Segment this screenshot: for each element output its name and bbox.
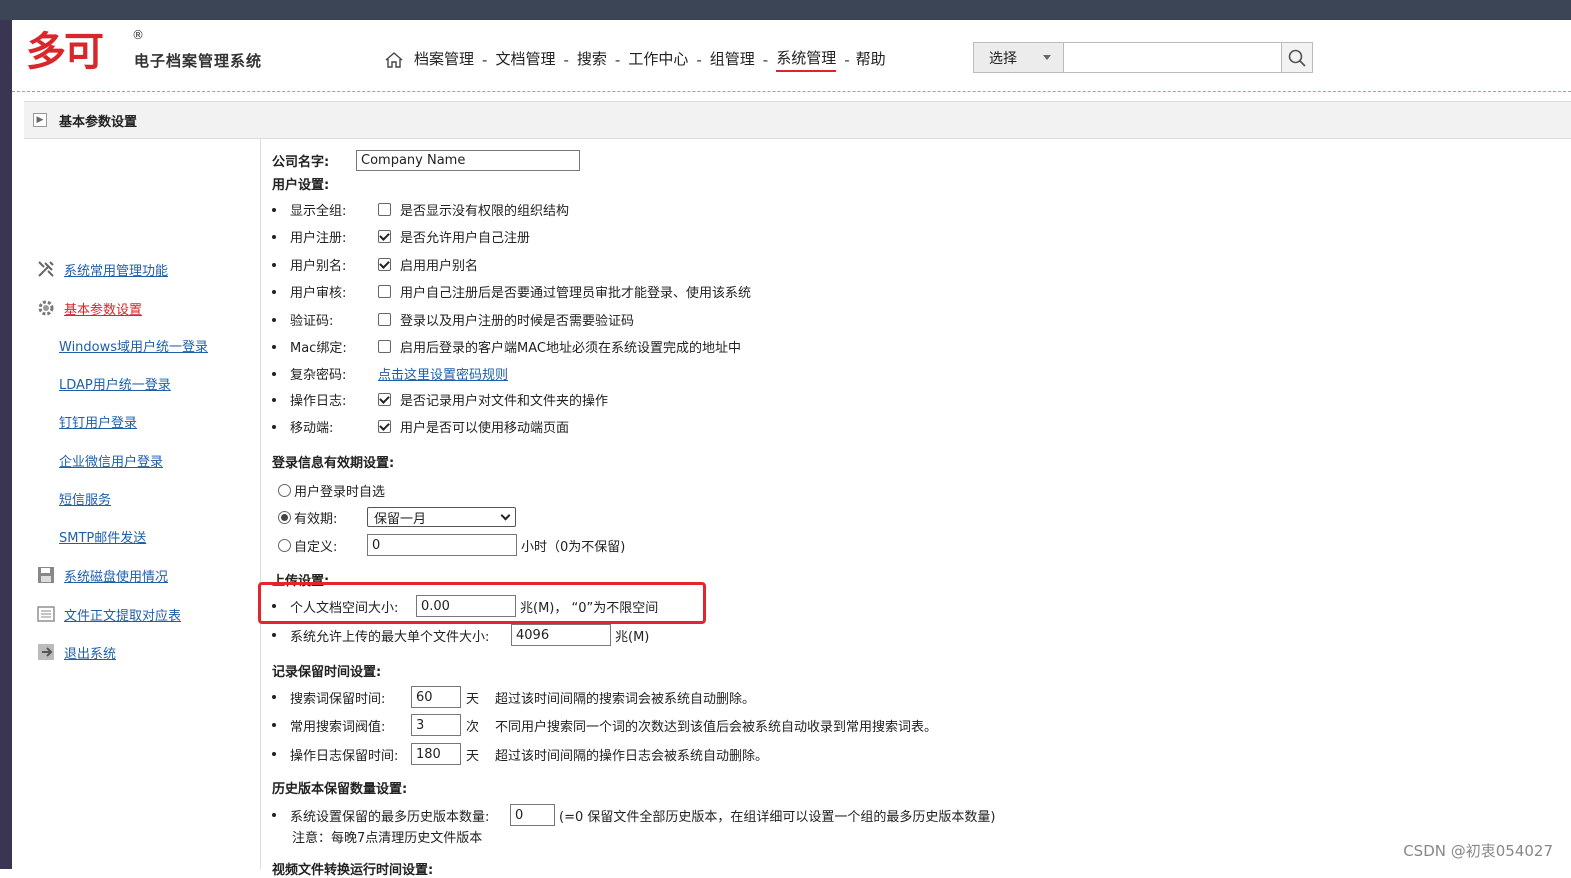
history-heading: 历史版本保留数量设置:	[272, 778, 407, 797]
nav-groups[interactable]: 组管理	[710, 48, 755, 71]
sidebar: 系统常用管理功能 基本参数设置 Windows域用户统一登录 LDAP用户统一登…	[24, 139, 261, 869]
sidebar-item-exit[interactable]: 退出系统	[36, 642, 116, 662]
registered-mark: ®	[132, 28, 144, 42]
list-item: 用户审核:用户自己注册后是否要通过管理员审批才能登录、使用该系统	[272, 282, 751, 301]
list-item: 系统设置保留的最多历史版本数量:(=0 保留文件全部历史版本，在组详细可以设置一…	[272, 804, 995, 826]
sidebar-item-wecom[interactable]: 企业微信用户登录	[59, 451, 163, 470]
validity-select[interactable]: 保留一月	[367, 507, 516, 527]
page-title: 基本参数设置	[59, 111, 137, 130]
nav-archive[interactable]: 档案管理	[414, 48, 474, 71]
list-item: 显示全组:是否显示没有权限的组织结构	[272, 200, 569, 219]
list-item: 常用搜索词阀值:次不同用户搜索同一个词的次数达到该值后会被系统自动收录到常用搜索…	[272, 714, 937, 736]
search-scope-select[interactable]: 选择	[974, 43, 1064, 72]
list-item: 搜索词保留时间:天超过该时间间隔的搜索词会被系统自动删除。	[272, 686, 755, 708]
gear-icon	[36, 298, 56, 318]
company-name-input[interactable]	[356, 150, 580, 171]
list-item: 复杂密码:点击这里设置密码规则	[272, 364, 508, 383]
captcha-checkbox[interactable]	[378, 313, 391, 326]
main-nav: 档案管理 - 文档管理 - 搜索 - 工作中心 - 组管理 - 系统管理 - 帮…	[384, 47, 886, 72]
operation-log-checkbox[interactable]	[378, 393, 391, 406]
sidebar-item-sms[interactable]: 短信服务	[59, 489, 111, 508]
show-all-groups-checkbox[interactable]	[378, 203, 391, 216]
login-option-validity: 有效期:保留一月	[278, 507, 516, 527]
sidebar-item-smtp[interactable]: SMTP邮件发送	[59, 527, 146, 546]
window-top-bar	[0, 0, 1571, 20]
list-item: 验证码:登录以及用户注册的时候是否需要验证码	[272, 310, 634, 329]
list-item: Mac绑定:启用后登录的客户端MAC地址必须在系统设置完成的地址中	[272, 337, 741, 356]
logo-subtitle: 电子档案管理系统	[134, 50, 262, 71]
custom-hours-input[interactable]	[367, 534, 517, 556]
list-item: 用户别名:启用用户别名	[272, 255, 478, 274]
sidebar-item-disk[interactable]: 系统磁盘使用情况	[36, 565, 168, 585]
watermark: CSDN @初衷054027	[1403, 840, 1553, 861]
list-item: 系统允许上传的最大单个文件大小:兆(M)	[272, 624, 649, 646]
password-rules-link[interactable]: 点击这里设置密码规则	[378, 364, 508, 383]
chevron-down-icon	[501, 510, 511, 520]
user-choice-radio[interactable]	[278, 484, 291, 497]
list-item: 用户注册:是否允许用户自己注册	[272, 227, 530, 246]
list-item: 移动端:用户是否可以使用移动端页面	[272, 417, 569, 436]
login-option-user-choice: 用户登录时自选	[278, 481, 385, 500]
operation-log-retention-input[interactable]	[411, 743, 461, 765]
header: 多可 ® 电子档案管理系统 档案管理 - 文档管理 - 搜索 - 工作中心 - …	[12, 20, 1571, 92]
list-item: 操作日志保留时间:天超过该时间间隔的操作日志会被系统自动删除。	[272, 743, 768, 765]
list-item: 操作日志:是否记录用户对文件和文件夹的操作	[272, 390, 608, 409]
highlight-box	[258, 582, 706, 624]
page-title-bar: ▶ 基本参数设置	[24, 101, 1571, 139]
disk-icon	[36, 565, 56, 585]
record-retention-heading: 记录保留时间设置:	[272, 661, 381, 680]
validity-radio[interactable]	[278, 511, 291, 524]
home-icon[interactable]	[384, 51, 404, 69]
nav-workcenter[interactable]: 工作中心	[628, 48, 688, 71]
history-note: 注意：每晚7点清理历史文件版本	[292, 827, 482, 846]
sidebar-item-windows-sso[interactable]: Windows域用户统一登录	[59, 336, 208, 355]
user-settings-heading: 用户设置:	[272, 174, 329, 193]
collapse-arrow-icon[interactable]: ▶	[33, 113, 47, 127]
allow-register-checkbox[interactable]	[378, 230, 391, 243]
search-threshold-input[interactable]	[411, 714, 461, 736]
user-alias-checkbox[interactable]	[378, 258, 391, 271]
nav-system[interactable]: 系统管理	[776, 47, 836, 72]
company-row: 公司名字:	[272, 150, 580, 171]
sidebar-item-basic-params[interactable]: 基本参数设置	[36, 298, 142, 318]
history-versions-input[interactable]	[510, 804, 555, 826]
search-icon	[1287, 48, 1307, 68]
list-icon	[36, 604, 56, 624]
login-option-custom: 自定义:小时（0为不保留)	[278, 534, 625, 556]
search-input[interactable]	[1064, 43, 1281, 72]
user-approval-checkbox[interactable]	[378, 285, 391, 298]
sidebar-item-dingtalk[interactable]: 钉钉用户登录	[59, 412, 137, 431]
max-file-size-input[interactable]	[511, 624, 611, 646]
nav-documents[interactable]: 文档管理	[495, 48, 555, 71]
sidebar-item-text-extract[interactable]: 文件正文提取对应表	[36, 604, 181, 624]
nav-search[interactable]: 搜索	[577, 48, 607, 71]
tools-icon	[36, 259, 56, 279]
exit-icon	[36, 642, 56, 662]
window-left-strip	[0, 20, 12, 869]
mobile-checkbox[interactable]	[378, 420, 391, 433]
search-button[interactable]	[1281, 43, 1312, 72]
mac-binding-checkbox[interactable]	[378, 340, 391, 353]
custom-radio[interactable]	[278, 539, 291, 552]
logo: 多可	[26, 30, 102, 74]
sidebar-item-common[interactable]: 系统常用管理功能	[36, 259, 168, 279]
search-bar: 选择	[973, 42, 1313, 73]
search-term-retention-input[interactable]	[411, 686, 461, 708]
sidebar-item-ldap[interactable]: LDAP用户统一登录	[59, 374, 171, 393]
chevron-down-icon	[1043, 55, 1051, 60]
login-validity-heading: 登录信息有效期设置:	[272, 452, 394, 471]
nav-help[interactable]: 帮助	[856, 48, 886, 71]
